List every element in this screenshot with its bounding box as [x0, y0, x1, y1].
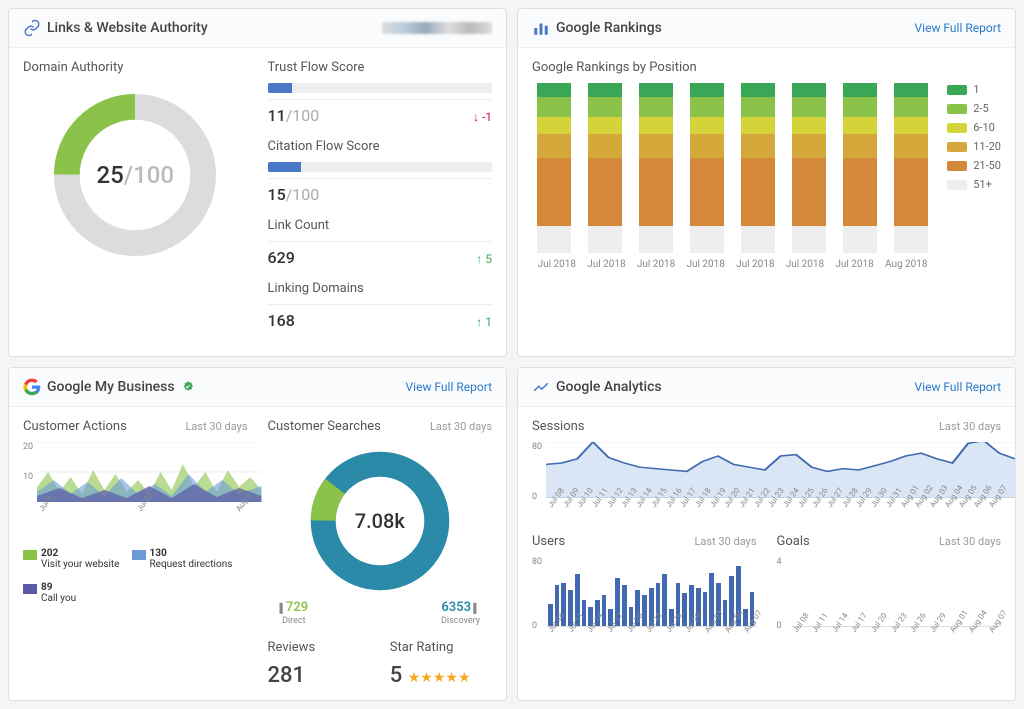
- customer-searches-donut: 7.08k: [305, 446, 455, 596]
- domain-authority-label: Domain Authority: [23, 60, 248, 75]
- verified-icon: [181, 380, 195, 394]
- trust-flow-label: Trust Flow Score: [268, 60, 493, 75]
- link-count-label: Link Count: [268, 218, 493, 233]
- bars-icon: [532, 19, 550, 37]
- google-icon: [23, 378, 41, 396]
- reviews-label: Reviews: [268, 640, 370, 655]
- linking-domains-label: Linking Domains: [268, 281, 493, 296]
- star-rating-label: Star Rating: [390, 640, 492, 655]
- panel-title: Google Rankings: [556, 20, 662, 36]
- google-rankings-panel: Google Rankings View Full Report Google …: [517, 8, 1016, 357]
- rankings-stacked-chart: [532, 83, 933, 253]
- domain-authority-donut: 25/100: [45, 85, 225, 265]
- sessions-label: Sessions: [532, 419, 585, 434]
- gmb-panel: Google My Business View Full Report Cust…: [8, 367, 507, 701]
- customer-actions-label: Customer Actions: [23, 419, 127, 434]
- panel-title: Links & Website Authority: [47, 20, 208, 36]
- customer-actions-chart: 20 10 Jul 9Jul 23Aug 6: [23, 442, 248, 542]
- sessions-chart: 80 0 Jul 08Jul 09Jul 10Jul 11Jul 12Jul 1…: [532, 442, 1001, 526]
- rankings-legend: 12-56-1011-2021-5051+: [947, 83, 1001, 270]
- link-icon: [23, 19, 41, 37]
- analytics-icon: [532, 378, 550, 396]
- rankings-subtitle: Google Rankings by Position: [532, 60, 1001, 75]
- customer-searches-label: Customer Searches: [268, 419, 381, 434]
- goals-chart: [791, 557, 1002, 627]
- ga-panel: Google Analytics View Full Report Sessio…: [517, 367, 1016, 701]
- link-count-delta: ↑ 5: [476, 252, 492, 266]
- linking-domains-delta: ↑ 1: [476, 315, 492, 329]
- panel-title: Google Analytics: [556, 379, 662, 395]
- view-full-report-link[interactable]: View Full Report: [406, 380, 492, 394]
- star-icons: ★★★★★: [408, 670, 471, 686]
- domain-blur: [382, 22, 492, 34]
- panel-title: Google My Business: [47, 379, 175, 395]
- view-full-report-link[interactable]: View Full Report: [915, 21, 1001, 35]
- trust-flow-delta: ↓ -1: [473, 110, 492, 124]
- users-label: Users: [532, 534, 565, 549]
- citation-flow-label: Citation Flow Score: [268, 139, 493, 154]
- customer-actions-legend: 202Visit your website130Request directio…: [23, 548, 248, 604]
- links-authority-panel: Links & Website Authority Domain Authori…: [8, 8, 507, 357]
- goals-label: Goals: [777, 534, 810, 549]
- view-full-report-link[interactable]: View Full Report: [915, 380, 1001, 394]
